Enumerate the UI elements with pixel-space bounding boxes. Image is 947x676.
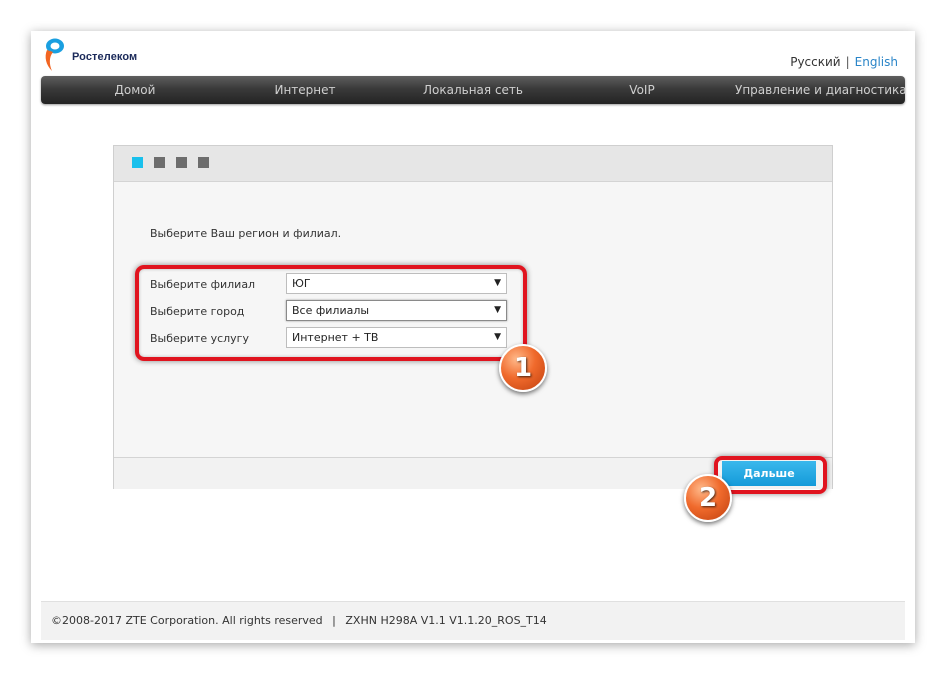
rostelecom-logo: Ростелеком (39, 37, 179, 73)
annotation-highlight-next (714, 456, 827, 494)
language-en-link[interactable]: English (855, 55, 898, 69)
rostelecom-logo-icon (45, 38, 64, 71)
language-switcher: Русский | English (790, 55, 898, 69)
annotation-badge-2: 2 (684, 474, 732, 522)
wizard-step-1-active (132, 157, 143, 168)
nav-item-management[interactable]: Управление и диагностика (735, 76, 907, 104)
copyright-text: ©2008-2017 ZTE Corporation. All rights r… (51, 614, 323, 627)
wizard-step-indicator (114, 146, 832, 182)
wizard-step-4 (198, 157, 209, 168)
page-footer: ©2008-2017 ZTE Corporation. All rights r… (41, 601, 905, 640)
footer-text: ©2008-2017 ZTE Corporation. All rights r… (51, 614, 547, 627)
nav-item-home[interactable]: Домой (91, 76, 179, 104)
annotation-badge-1: 1 (499, 344, 547, 392)
wizard-step-3 (176, 157, 187, 168)
wizard-step-2 (154, 157, 165, 168)
nav-item-lan[interactable]: Локальная сеть (419, 76, 527, 104)
router-web-ui: Ростелеком Русский | English Домой Интерне… (31, 31, 915, 643)
firmware-version: ZXHN H298A V1.1 V1.1.20_ROS_T14 (345, 614, 547, 627)
annotation-highlight-fields (135, 265, 527, 361)
wizard-intro-text: Выберите Ваш регион и филиал. (150, 227, 342, 240)
nav-item-voip[interactable]: VoIP (611, 76, 673, 104)
brand-name: Ростелеком (72, 51, 138, 63)
language-separator: | (845, 55, 850, 69)
language-ru-link[interactable]: Русский (790, 55, 840, 69)
footer-separator: | (332, 614, 336, 627)
main-nav: Домой Интернет Локальная сеть VoIP Управ… (41, 76, 907, 104)
nav-item-internet[interactable]: Интернет (261, 76, 349, 104)
